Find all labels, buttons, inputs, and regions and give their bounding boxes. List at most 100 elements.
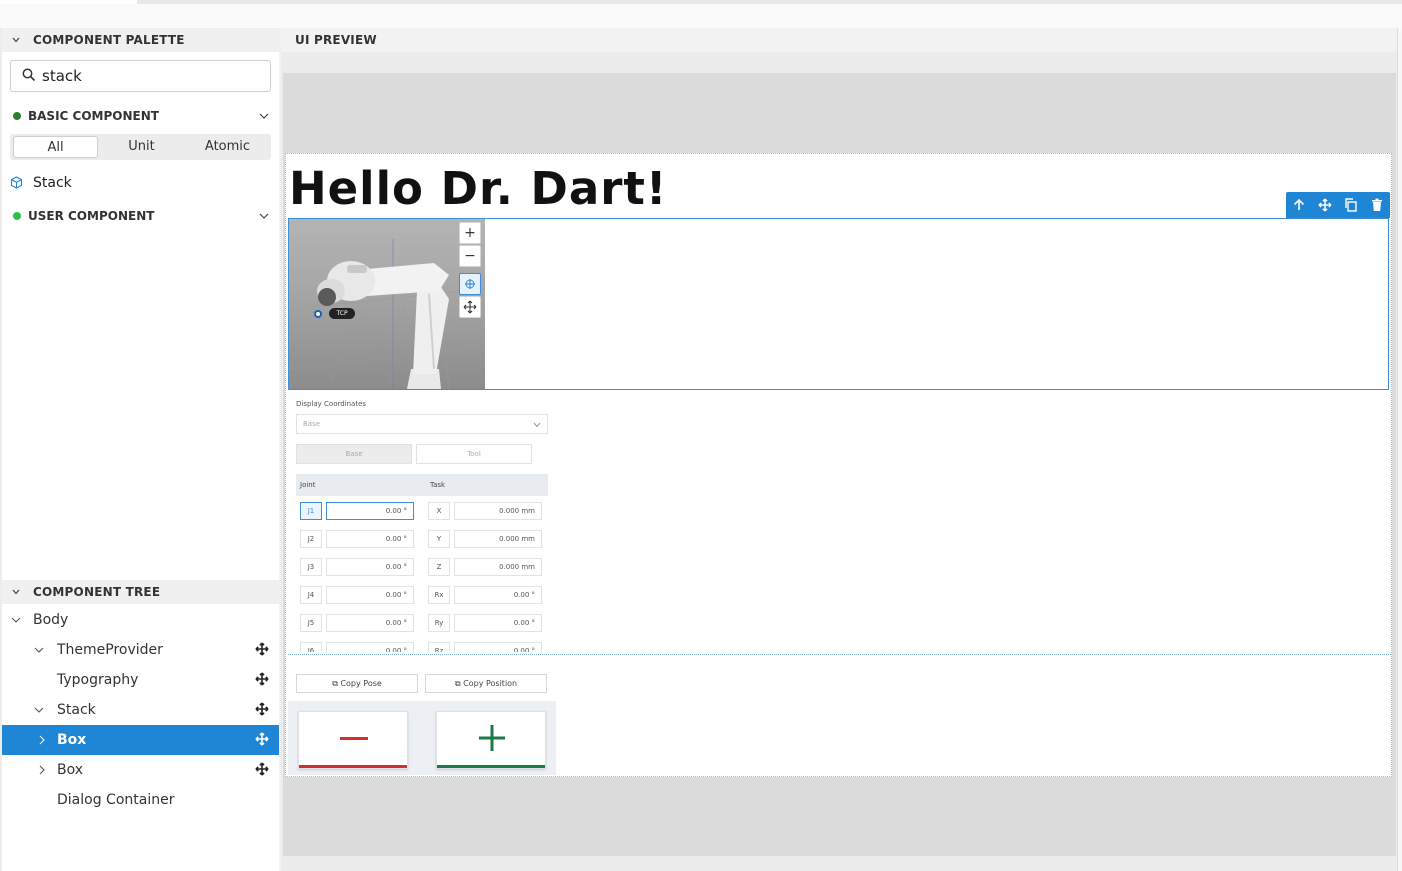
coordinate-select-value: Base <box>303 420 321 428</box>
joint-label: J3 <box>300 558 322 576</box>
coordinate-select[interactable]: Base <box>296 414 548 434</box>
copy-pose-button[interactable]: ⧉ Copy Pose <box>296 674 418 693</box>
tree-node-label: Body <box>33 612 69 628</box>
joint-label: J4 <box>300 586 322 604</box>
search-field[interactable] <box>10 60 271 92</box>
joint-label: J5 <box>300 614 322 632</box>
move-icon[interactable] <box>255 702 269 716</box>
task-label: Rx <box>428 586 450 604</box>
search-icon <box>22 68 36 82</box>
basic-component-group[interactable]: BASIC COMPONENT <box>2 105 281 127</box>
copy-position-button[interactable]: ⧉ Copy Position <box>425 674 547 693</box>
tree-node-stack[interactable]: Stack <box>2 695 279 725</box>
page-heading[interactable]: Hello Dr. Dart! <box>289 162 667 215</box>
left-panel: COMPONENT PALETTE BASIC COMPONENT All Un… <box>0 28 281 871</box>
active-top-tab[interactable] <box>0 0 137 4</box>
increase-accent-bar <box>437 765 545 768</box>
move-icon[interactable] <box>1317 197 1333 213</box>
tree-node-box-selected[interactable]: Box <box>2 725 279 755</box>
tree-node-dialog-container[interactable]: Dialog Container <box>2 785 279 815</box>
component-tree-header[interactable]: COMPONENT TREE <box>2 580 281 604</box>
decrease-button[interactable] <box>298 711 408 769</box>
joint-value-input[interactable]: 0.00 ° <box>326 502 414 520</box>
move-icon[interactable] <box>255 762 269 776</box>
task-label: Y <box>428 530 450 548</box>
task-value-input[interactable]: 0.000 mm <box>454 502 542 520</box>
coordinate-row: J3 0.00 ° Z 0.000 mm <box>300 558 546 578</box>
coordinate-table-header: Joint Task <box>296 474 548 496</box>
chevron-down-icon[interactable] <box>34 706 44 714</box>
tree-node-box[interactable]: Box <box>2 755 279 785</box>
group-label: USER COMPONENT <box>28 209 155 223</box>
ui-preview-panel: UI PREVIEW Hello Dr. Dart! TCP + − Displ… <box>281 28 1402 871</box>
copy-pose-label: Copy Pose <box>340 679 382 688</box>
zoom-in-button[interactable]: + <box>459 222 481 244</box>
chevron-right-icon[interactable] <box>38 765 46 775</box>
copy-position-label: Copy Position <box>463 679 518 688</box>
copy-icon[interactable] <box>1343 197 1359 213</box>
move-icon <box>463 300 477 314</box>
preview-page: Hello Dr. Dart! TCP + − Display Coordina… <box>285 153 1392 777</box>
joint-value-input[interactable]: 0.00 ° <box>326 558 414 576</box>
task-label: Ry <box>428 614 450 632</box>
task-value-input[interactable]: 0.00 ° <box>454 642 542 652</box>
zoom-out-button[interactable]: − <box>459 245 481 267</box>
panel-scrollbar[interactable] <box>1397 28 1402 871</box>
top-bar <box>0 0 1402 28</box>
chevron-right-icon[interactable] <box>38 735 46 745</box>
joint-value-input[interactable]: 0.00 ° <box>326 586 414 604</box>
filter-all[interactable]: All <box>13 136 98 158</box>
tool-button[interactable]: Tool <box>416 444 532 464</box>
chevron-down-icon[interactable] <box>11 616 21 624</box>
robot-arm-illustration <box>289 239 485 389</box>
drop-zone-guide <box>288 654 1391 655</box>
move-icon[interactable] <box>255 732 269 746</box>
coordinate-row: J2 0.00 ° Y 0.000 mm <box>300 530 546 550</box>
move-icon[interactable] <box>255 642 269 656</box>
selected-box[interactable]: TCP + − <box>288 218 1389 390</box>
orbit-mode-button[interactable] <box>459 273 481 295</box>
chevron-down-icon[interactable] <box>34 646 44 654</box>
tree-node-label: Box <box>57 732 87 748</box>
tree-node-label: Dialog Container <box>57 792 175 808</box>
tree-node-typography[interactable]: Typography <box>2 665 279 695</box>
robot-3d-viewer[interactable]: TCP + − <box>289 219 485 389</box>
tcp-marker[interactable] <box>314 310 322 318</box>
group-label: BASIC COMPONENT <box>28 109 159 123</box>
component-palette-header[interactable]: COMPONENT PALETTE <box>2 28 281 52</box>
task-value-input[interactable]: 0.000 mm <box>454 558 542 576</box>
tree-node-body[interactable]: Body <box>2 605 279 635</box>
move-icon[interactable] <box>255 672 269 686</box>
preview-canvas: Hello Dr. Dart! TCP + − Display Coordina… <box>283 73 1396 856</box>
increase-button[interactable] <box>436 711 546 769</box>
palette-item-stack[interactable]: Stack <box>8 172 268 194</box>
task-value-input[interactable]: 0.00 ° <box>454 586 542 604</box>
joint-value-input[interactable]: 0.00 ° <box>326 530 414 548</box>
joint-label: J1 <box>300 502 322 520</box>
filter-unit[interactable]: Unit <box>99 136 184 158</box>
trash-icon[interactable] <box>1369 197 1385 213</box>
arrow-up-icon[interactable] <box>1291 197 1307 213</box>
task-label: X <box>428 502 450 520</box>
chevron-down-icon[interactable] <box>259 112 269 120</box>
base-button[interactable]: Base <box>296 444 412 464</box>
filter-atomic[interactable]: Atomic <box>185 136 270 158</box>
user-component-group[interactable]: USER COMPONENT <box>2 205 281 227</box>
top-strip <box>0 0 1402 4</box>
status-dot <box>13 212 21 220</box>
joint-value-input[interactable]: 0.00 ° <box>326 614 414 632</box>
task-value-input[interactable]: 0.000 mm <box>454 530 542 548</box>
copy-icon: ⧉ <box>454 679 464 688</box>
jog-stepper <box>288 701 556 775</box>
search-input[interactable] <box>42 66 262 86</box>
task-value-input[interactable]: 0.00 ° <box>454 614 542 632</box>
joint-value-input[interactable]: 0.00 ° <box>326 642 414 652</box>
joint-label: J2 <box>300 530 322 548</box>
chevron-down-icon[interactable] <box>259 212 269 220</box>
selection-toolbar <box>1286 192 1390 218</box>
filter-segmented-control: All Unit Atomic <box>10 134 271 160</box>
display-coordinates-label: Display Coordinates <box>296 400 367 408</box>
chevron-down-icon <box>12 37 20 43</box>
pan-mode-button[interactable] <box>459 296 481 318</box>
tree-node-themeprovider[interactable]: ThemeProvider <box>2 635 279 665</box>
